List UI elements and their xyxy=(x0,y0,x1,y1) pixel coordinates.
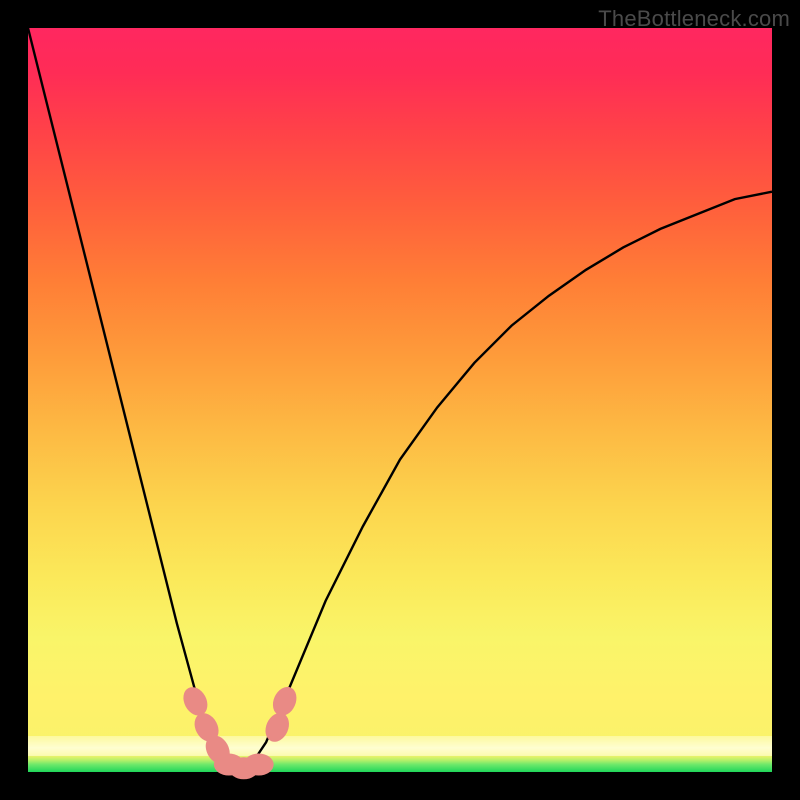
sausage-bottom-3 xyxy=(244,754,274,776)
sausage-markers xyxy=(179,683,301,779)
curve-svg xyxy=(28,28,772,772)
bottleneck-curve xyxy=(28,28,772,772)
watermark-text: TheBottleneck.com xyxy=(598,6,790,32)
chart-frame: TheBottleneck.com xyxy=(0,0,800,800)
plot-area xyxy=(28,28,772,772)
sausage-right-2 xyxy=(269,683,301,719)
